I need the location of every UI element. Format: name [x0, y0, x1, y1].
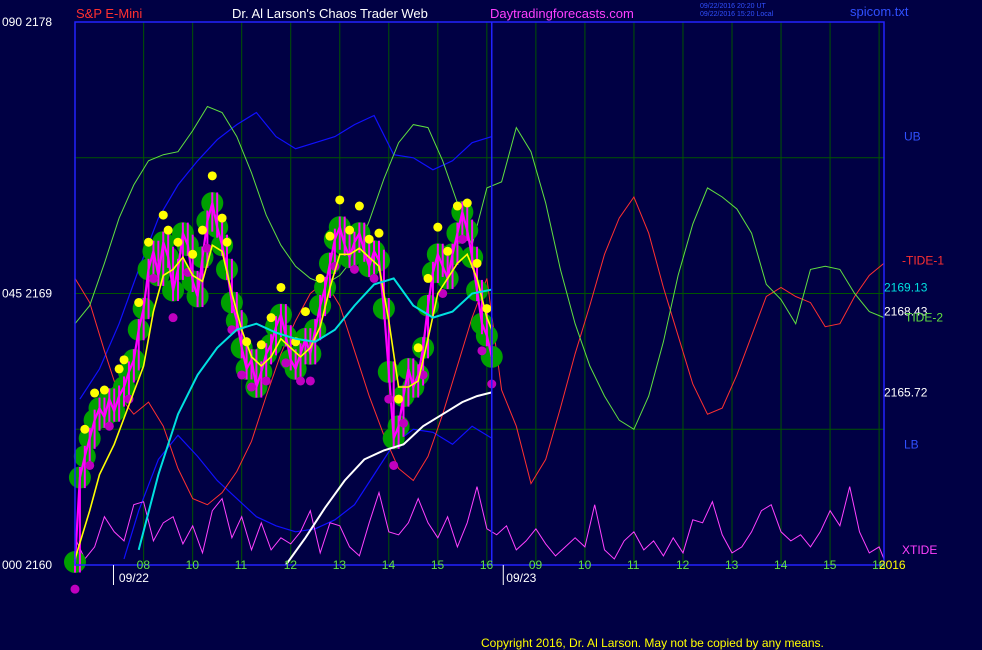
- chaos-trader-chart: 090 2178 045 2169 000 2160 08 10 11 12 13 14 15 16…: [0, 0, 982, 650]
- x-tick-label: 13: [333, 558, 347, 572]
- high-dot: [119, 355, 129, 365]
- low-dot: [237, 370, 247, 380]
- series-label: 2169.13: [884, 280, 928, 294]
- high-dot: [163, 225, 173, 235]
- series-label: -TIDE-1: [902, 253, 944, 267]
- high-dot: [266, 313, 276, 323]
- x-tick-label: 14: [774, 558, 788, 572]
- high-dot: [300, 307, 310, 317]
- low-dot: [477, 346, 487, 356]
- high-dot: [335, 195, 345, 205]
- low-dot: [389, 460, 399, 470]
- copyright: Copyright 2016, Dr. Al Larson. May not b…: [481, 636, 824, 650]
- low-dot: [104, 421, 114, 431]
- high-dot: [433, 222, 443, 232]
- series-label: 2165.72: [884, 385, 928, 399]
- series-label: TIDE-2: [905, 311, 943, 325]
- high-dot: [222, 237, 232, 247]
- low-dot: [399, 418, 409, 428]
- x-tick-label: 11: [627, 558, 640, 572]
- x-tick-label: 09: [529, 558, 543, 572]
- site-link[interactable]: Daytradingforecasts.com: [490, 6, 634, 21]
- high-dot: [443, 246, 453, 256]
- series-label: UB: [904, 130, 921, 144]
- high-dot: [374, 228, 384, 238]
- low-dot: [349, 264, 359, 274]
- low-dot: [168, 313, 178, 323]
- low-dot: [227, 325, 237, 335]
- low-dot: [148, 273, 158, 283]
- x-tick-label: 10: [186, 558, 200, 572]
- high-dot: [256, 340, 266, 350]
- high-dot: [80, 424, 90, 434]
- high-dot: [276, 282, 286, 292]
- high-dot: [90, 388, 100, 398]
- x-tick-label: 14: [382, 558, 396, 572]
- y-axis-label: 000 2160: [2, 558, 52, 572]
- x-tick-label: 15: [823, 558, 837, 572]
- high-dot: [158, 210, 168, 220]
- low-dot: [369, 273, 379, 283]
- x-tick-label: 12: [676, 558, 690, 572]
- low-dot: [305, 376, 315, 386]
- high-dot: [99, 385, 109, 395]
- high-dot: [354, 201, 364, 211]
- high-dot: [325, 231, 335, 241]
- high-dot: [173, 237, 183, 247]
- low-dot: [384, 394, 394, 404]
- high-dot: [134, 298, 144, 308]
- high-dot: [345, 225, 355, 235]
- timestamp-local: 09/22/2016 15:20 Local: [700, 11, 774, 18]
- series-label: XTIDE: [902, 543, 937, 557]
- low-dot: [281, 358, 291, 368]
- date-label: 2016: [879, 558, 906, 572]
- chart-title: Dr. Al Larson's Chaos Trader Web: [232, 6, 428, 21]
- high-dot: [207, 171, 217, 181]
- high-dot: [144, 237, 154, 247]
- high-dot: [472, 258, 482, 268]
- x-tick-label: 13: [725, 558, 739, 572]
- high-dot: [452, 201, 462, 211]
- x-tick-label: 08: [137, 558, 151, 572]
- series-label: LB: [904, 437, 919, 451]
- high-dot: [413, 343, 423, 353]
- high-dot: [315, 273, 325, 283]
- high-dot: [188, 249, 198, 259]
- date-label: 09/23: [506, 571, 536, 585]
- date-label: 09/22: [119, 571, 149, 585]
- x-tick-label: 16: [480, 558, 494, 572]
- low-dot: [457, 234, 467, 244]
- high-dot: [423, 273, 433, 283]
- low-dot: [261, 376, 271, 386]
- low-dot: [247, 382, 257, 392]
- x-tick-label: 12: [284, 558, 298, 572]
- high-dot: [197, 225, 207, 235]
- high-dot: [114, 364, 124, 374]
- low-dot: [85, 460, 95, 470]
- low-dot: [70, 584, 80, 594]
- y-axis-label: 045 2169: [2, 287, 52, 301]
- source-file: spicom.txt: [850, 4, 909, 19]
- high-dot: [394, 394, 404, 404]
- x-tick-label: 10: [578, 558, 592, 572]
- x-tick-label: 15: [431, 558, 445, 572]
- high-dot: [364, 234, 374, 244]
- symbol-title: S&P E-Mini: [76, 6, 142, 21]
- timestamp-ut: 09/22/2016 20:20 UT: [700, 3, 766, 10]
- x-tick-label: 11: [235, 558, 248, 572]
- low-dot: [296, 376, 306, 386]
- y-axis-label: 090 2178: [2, 15, 52, 29]
- high-dot: [217, 213, 227, 223]
- high-dot: [462, 198, 472, 208]
